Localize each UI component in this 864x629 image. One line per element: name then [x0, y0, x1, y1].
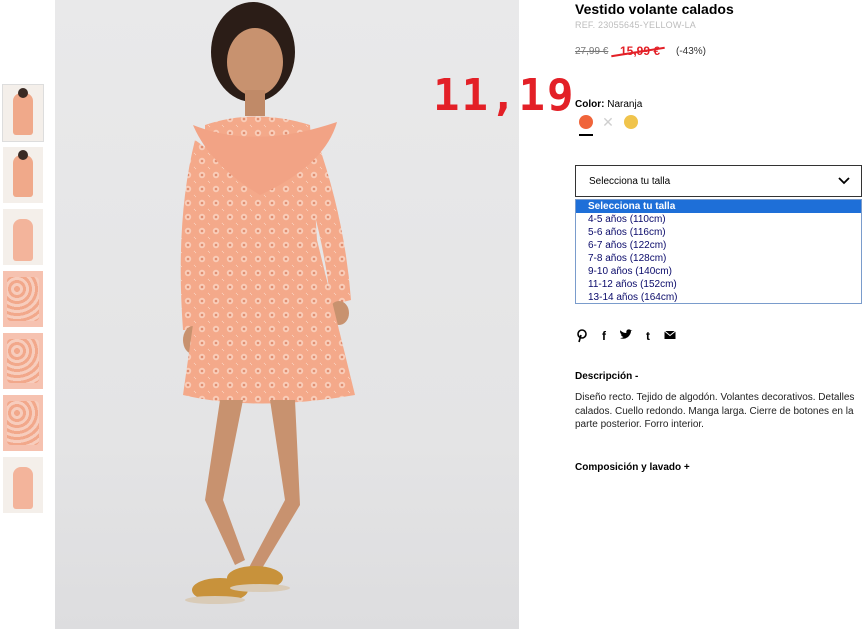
thumbnail-4[interactable] [3, 271, 43, 327]
size-option[interactable]: 4-5 años (110cm) [576, 213, 861, 226]
annotated-price: 11,19 [433, 70, 576, 121]
color-label: Color: Naranja [575, 99, 642, 110]
size-option[interactable]: 6-7 años (122cm) [576, 239, 861, 252]
color-swatch-unavailable-icon: ✕ [602, 114, 614, 130]
size-select-label: Selecciona tu talla [589, 176, 671, 187]
size-option[interactable]: 7-8 años (128cm) [576, 252, 861, 265]
thumbnail-strip [2, 84, 44, 519]
old-price: 27,99 € [575, 46, 609, 57]
description-heading[interactable]: Descripción - [575, 371, 638, 382]
discount-badge: (-43%) [676, 46, 707, 57]
tumblr-icon[interactable]: t [641, 329, 655, 343]
color-label-key: Color: [575, 99, 605, 110]
size-select[interactable]: Selecciona tu talla [575, 165, 862, 197]
thumbnail-6[interactable] [3, 395, 43, 451]
color-swatch-orange[interactable] [579, 115, 593, 129]
thumbnail-7[interactable] [3, 457, 43, 513]
color-value: Naranja [607, 99, 643, 110]
thumbnail-2[interactable] [3, 147, 43, 203]
size-option[interactable]: Selecciona tu talla [576, 200, 861, 213]
facebook-icon[interactable]: f [597, 329, 611, 343]
selected-swatch-indicator [579, 134, 593, 136]
email-icon[interactable] [663, 329, 677, 343]
description-text: Diseño recto. Tejido de algodón. Volante… [575, 392, 855, 430]
product-title: Vestido volante calados [575, 1, 734, 17]
thumbnail-3[interactable] [3, 209, 43, 265]
size-option[interactable]: 13-14 años (164cm) [576, 291, 861, 304]
product-ref: REF. 23055645-YELLOW-LA [575, 20, 696, 30]
size-option[interactable]: 11-12 años (152cm) [576, 278, 861, 291]
pinterest-icon[interactable] [575, 329, 589, 343]
twitter-icon[interactable] [619, 329, 633, 343]
size-option[interactable]: 9-10 años (140cm) [576, 265, 861, 278]
thumbnail-1[interactable] [2, 84, 44, 142]
size-option[interactable]: 5-6 años (116cm) [576, 226, 861, 239]
color-swatch-yellow[interactable] [624, 115, 638, 129]
composition-heading[interactable]: Composición y lavado + [575, 462, 690, 473]
size-options-list: Selecciona tu talla 4-5 años (110cm) 5-6… [575, 199, 862, 304]
thumbnail-5[interactable] [3, 333, 43, 389]
chevron-down-icon [838, 177, 850, 185]
